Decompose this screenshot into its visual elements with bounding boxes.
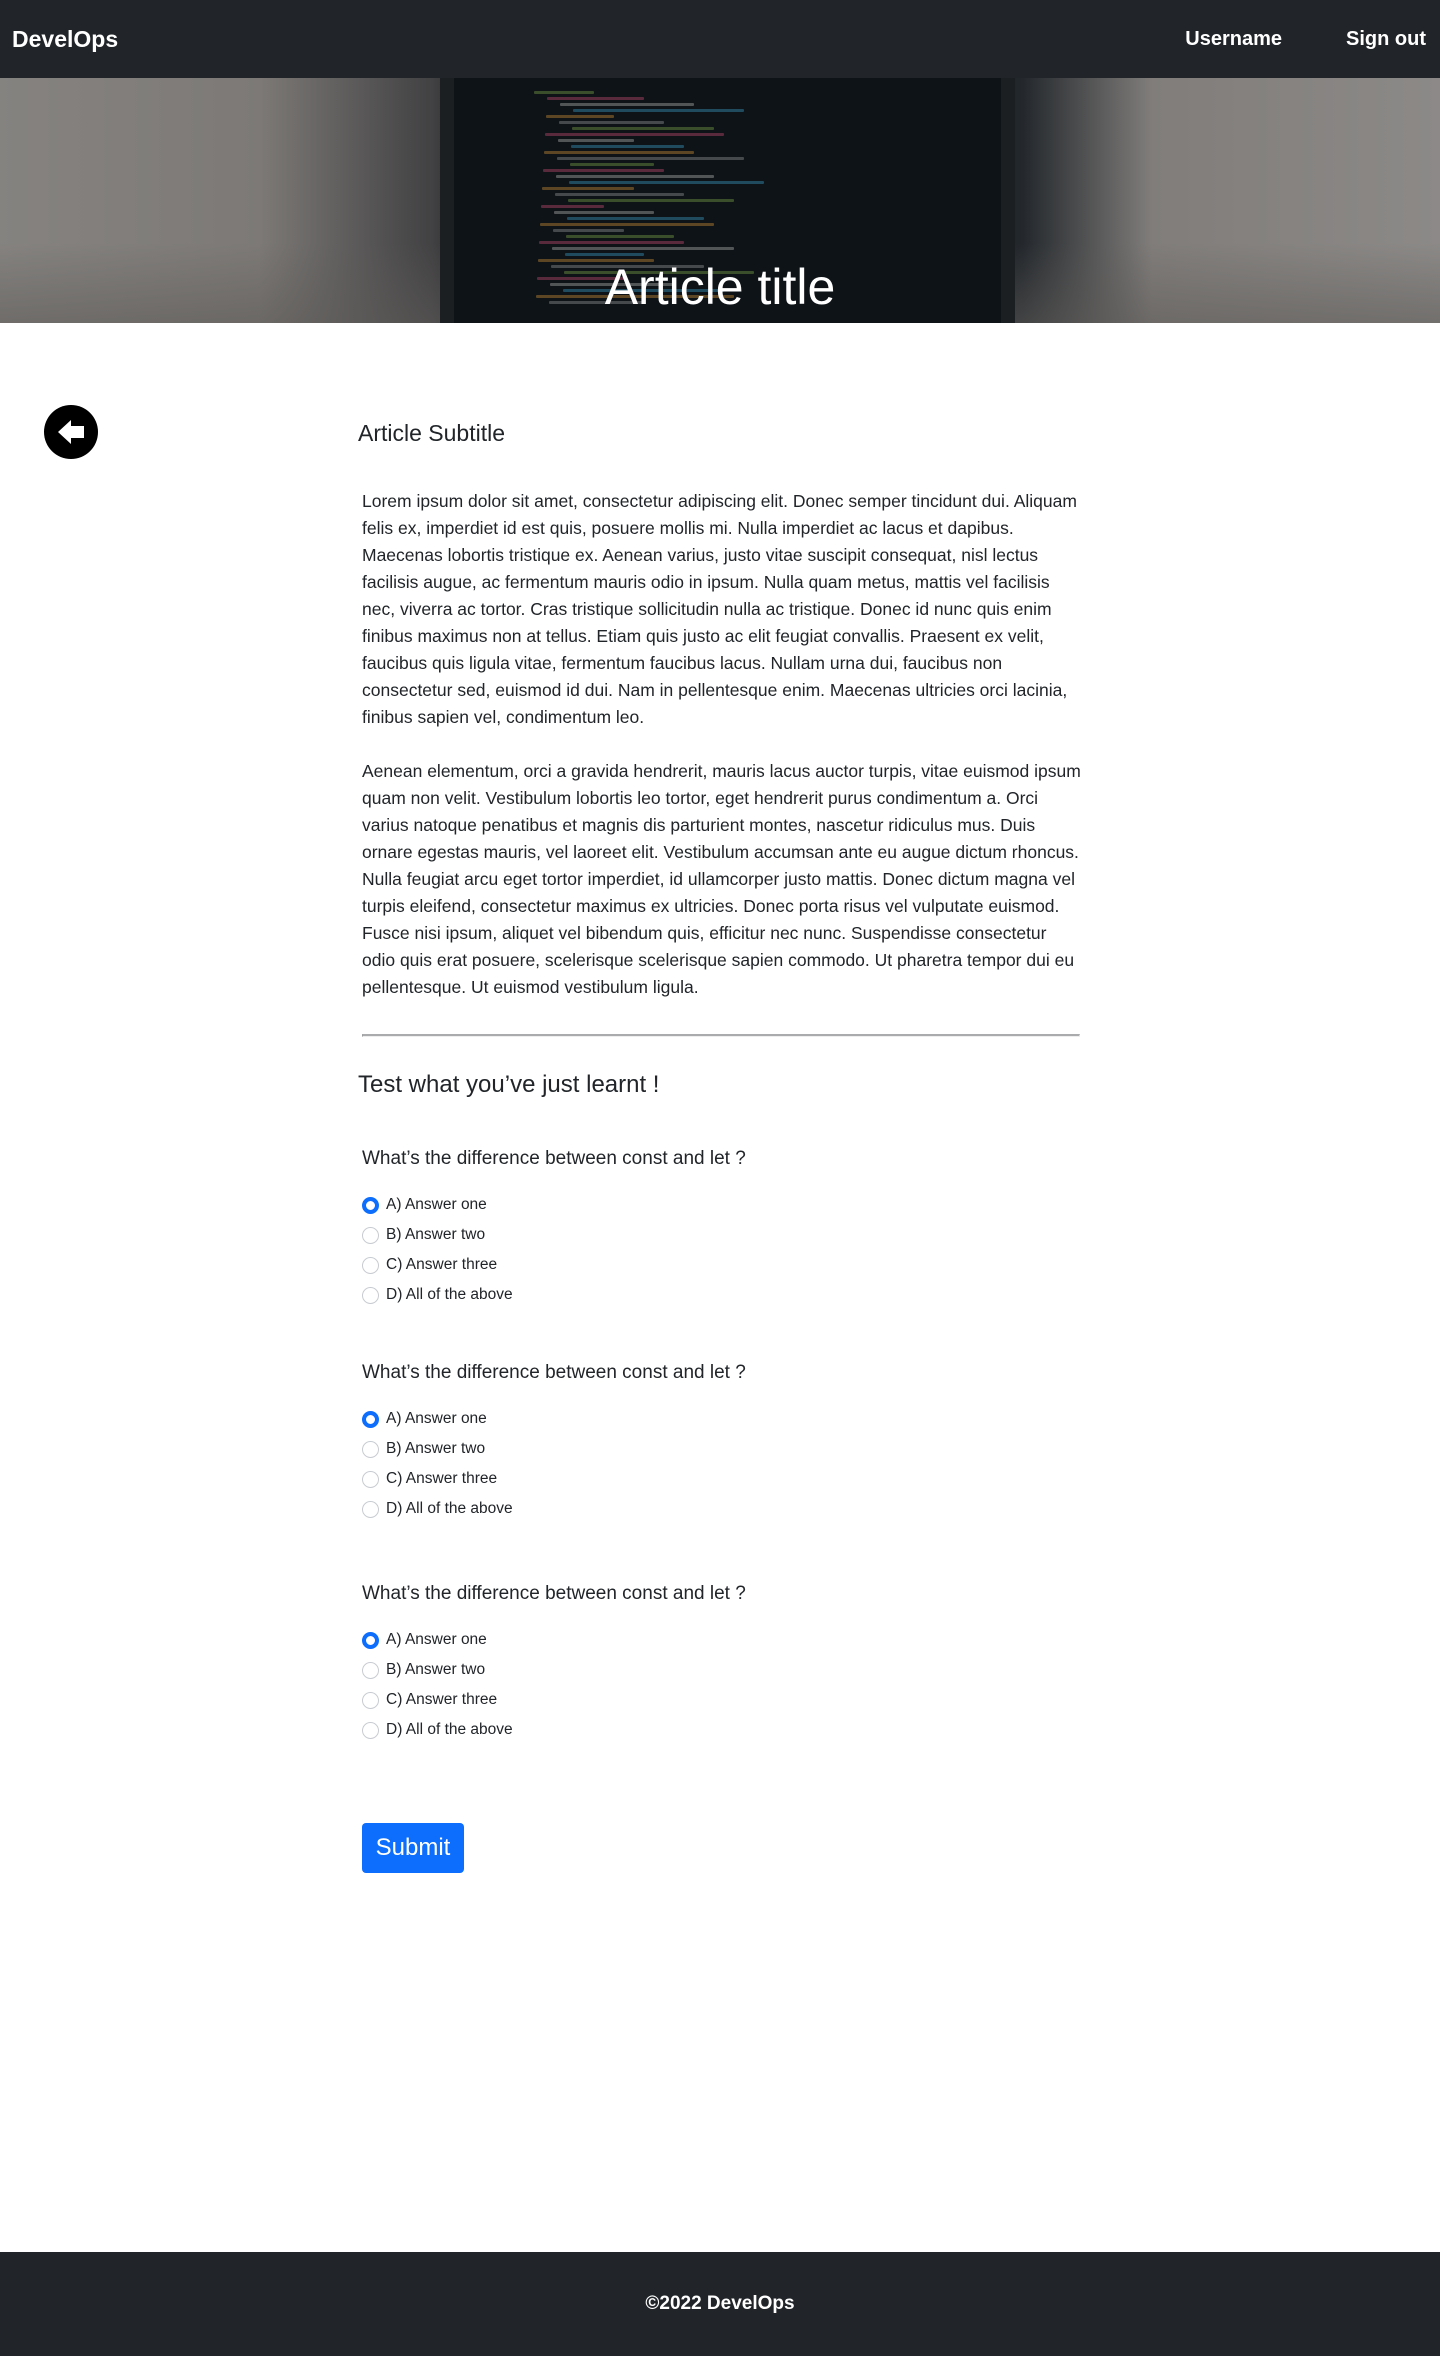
answer-option[interactable]: A) Answer one	[362, 1625, 862, 1655]
answer-label: C) Answer three	[386, 1256, 498, 1273]
answer-label: B) Answer two	[386, 1440, 486, 1457]
answer-label: B) Answer two	[386, 1226, 486, 1243]
answer-option[interactable]: C) Answer three	[362, 1685, 862, 1715]
hero-banner: Article title	[0, 78, 1440, 323]
answer-option[interactable]: D) All of the above	[362, 1280, 862, 1310]
navbar-links: Username Sign out	[1185, 0, 1440, 78]
sign-out-link[interactable]: Sign out	[1346, 28, 1440, 51]
divider	[362, 1034, 1080, 1037]
radio-button[interactable]	[362, 1226, 379, 1244]
answer-label: B) Answer two	[386, 1661, 486, 1678]
quiz-question: What’s the difference between const and …	[362, 1583, 862, 1745]
answer-option[interactable]: B) Answer two	[362, 1220, 862, 1250]
radio-button[interactable]	[362, 1440, 379, 1458]
radio-button[interactable]	[362, 1691, 379, 1709]
footer-copyright: ©2022 DevelOps	[645, 2293, 795, 2314]
answer-label: A) Answer one	[386, 1410, 487, 1427]
answer-label: C) Answer three	[386, 1691, 498, 1708]
answer-option[interactable]: A) Answer one	[362, 1404, 862, 1434]
answer-option[interactable]: C) Answer three	[362, 1464, 862, 1494]
question-text: What’s the difference between const and …	[362, 1362, 746, 1383]
answer-label: D) All of the above	[386, 1500, 513, 1517]
answer-option[interactable]: D) All of the above	[362, 1494, 862, 1524]
article-title-text: Article title	[604, 259, 836, 315]
article-paragraph: Aenean elementum, orci a gravida hendrer…	[362, 761, 1081, 997]
submit-button[interactable]: Submit	[362, 1823, 464, 1873]
question-text: What’s the difference between const and …	[362, 1148, 746, 1169]
answer-option[interactable]: B) Answer two	[362, 1434, 862, 1464]
footer: ©2022 DevelOps	[0, 2252, 1440, 2356]
radio-button[interactable]	[362, 1500, 379, 1518]
article-title: Article title	[0, 258, 1440, 316]
answer-option[interactable]: A) Answer one	[362, 1190, 862, 1220]
article-page: Article Subtitle Lorem ipsum dolor sit a…	[0, 323, 1440, 2356]
answer-label: D) All of the above	[386, 1286, 513, 1303]
article-paragraph: Lorem ipsum dolor sit amet, consectetur …	[362, 491, 1077, 727]
question-text: What’s the difference between const and …	[362, 1583, 746, 1604]
username-link[interactable]: Username	[1185, 28, 1282, 51]
radio-button[interactable]	[362, 1196, 379, 1214]
answer-label: A) Answer one	[386, 1196, 487, 1213]
arrow-left-circle-icon	[58, 420, 84, 444]
answer-option[interactable]: D) All of the above	[362, 1715, 862, 1745]
answer-option[interactable]: C) Answer three	[362, 1250, 862, 1280]
brand-logo[interactable]: DevelOps	[12, 26, 118, 53]
answer-option[interactable]: B) Answer two	[362, 1655, 862, 1685]
quiz-heading: Test what you’ve just learnt !	[358, 1071, 660, 1098]
article-subtitle: Article Subtitle	[358, 420, 506, 446]
navbar: DevelOps Username Sign out	[0, 0, 1440, 78]
answer-label: C) Answer three	[386, 1470, 498, 1487]
back-button[interactable]	[44, 405, 98, 459]
radio-button[interactable]	[362, 1631, 379, 1649]
radio-button[interactable]	[362, 1470, 379, 1488]
answer-label: D) All of the above	[386, 1721, 513, 1738]
quiz-question: What’s the difference between const and …	[362, 1362, 862, 1524]
radio-button[interactable]	[362, 1661, 379, 1679]
radio-button[interactable]	[362, 1410, 379, 1428]
answer-label: A) Answer one	[386, 1631, 487, 1648]
radio-button[interactable]	[362, 1721, 379, 1739]
quiz-question: What’s the difference between const and …	[362, 1148, 862, 1310]
radio-button[interactable]	[362, 1286, 379, 1304]
radio-button[interactable]	[362, 1256, 379, 1274]
